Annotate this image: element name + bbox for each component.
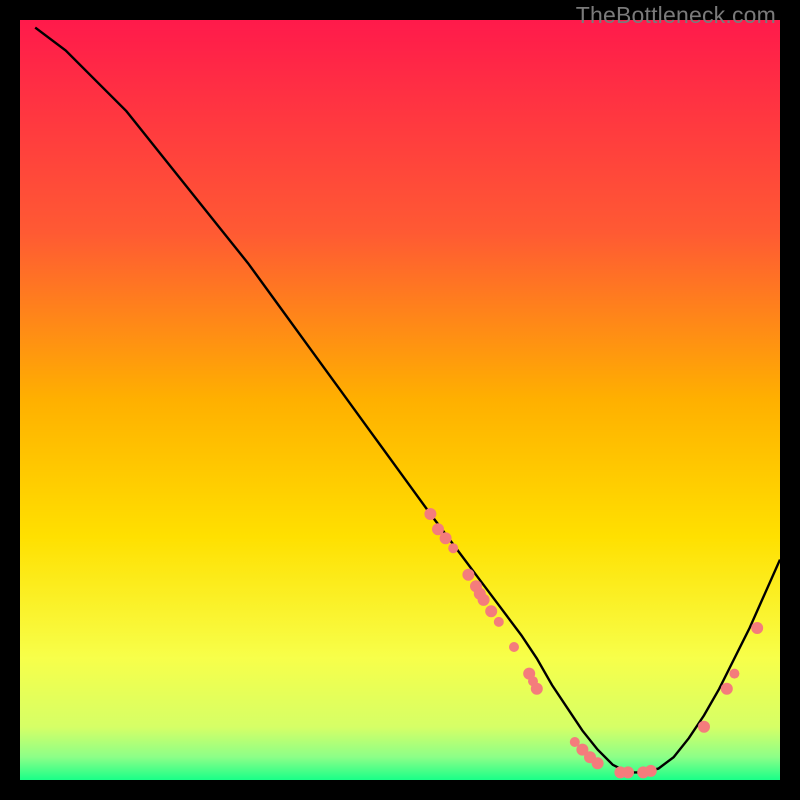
data-point [531, 683, 543, 695]
data-point [729, 669, 739, 679]
data-point [440, 532, 452, 544]
chart-frame [20, 20, 780, 780]
data-point [424, 508, 436, 520]
data-point [592, 757, 604, 769]
data-point [721, 683, 733, 695]
data-point [645, 765, 657, 777]
chart-svg [20, 20, 780, 780]
data-point [622, 766, 634, 778]
data-point [494, 617, 504, 627]
data-point [462, 569, 474, 581]
data-point [478, 594, 490, 606]
data-point [448, 543, 458, 553]
watermark-text: TheBottleneck.com [576, 2, 776, 29]
data-point [698, 721, 710, 733]
gradient-background [20, 20, 780, 780]
data-point [485, 605, 497, 617]
data-point [751, 622, 763, 634]
data-point [509, 642, 519, 652]
